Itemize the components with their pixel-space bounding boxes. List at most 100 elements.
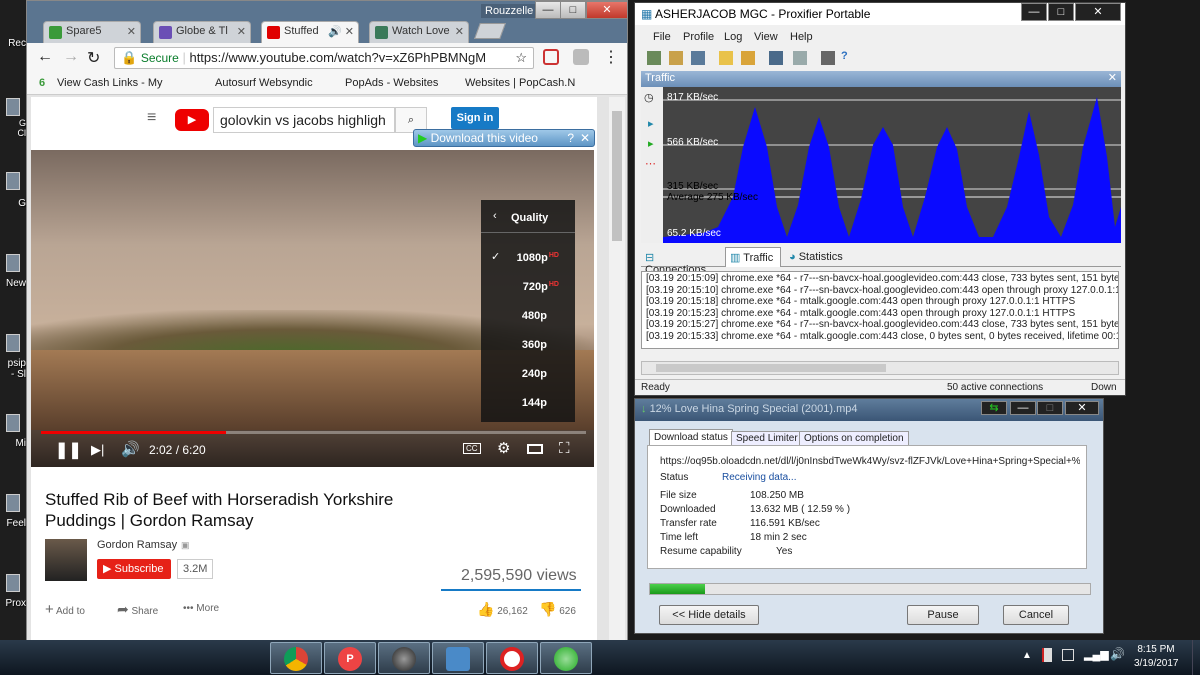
- back-chevron-icon[interactable]: ‹: [493, 210, 497, 222]
- print-icon[interactable]: [821, 51, 835, 65]
- dialog-icon-button[interactable]: ⇆: [981, 401, 1007, 415]
- menu-log[interactable]: Log: [724, 31, 742, 43]
- quality-option-144p[interactable]: 144p: [522, 397, 547, 409]
- close-window-button[interactable]: ✕: [1065, 401, 1099, 415]
- toolbar-icon[interactable]: [719, 51, 733, 65]
- quality-option-360p[interactable]: 360p: [522, 339, 547, 351]
- bookmark-icon[interactable]: 6: [39, 77, 45, 89]
- log-hscrollbar[interactable]: [641, 361, 1119, 375]
- extension-icon[interactable]: [543, 49, 559, 65]
- minimize-button[interactable]: —: [1021, 3, 1047, 21]
- tab-connections[interactable]: ⊟ Connections: [641, 249, 721, 276]
- tray-flag-icon[interactable]: [1042, 648, 1052, 662]
- toolbar-icon[interactable]: [647, 51, 661, 65]
- bookmark-item[interactable]: View Cash Links - My: [57, 77, 163, 89]
- desktop-icon-label[interactable]: Rec: [0, 38, 26, 49]
- close-icon[interactable]: ✕: [580, 131, 590, 145]
- close-icon[interactable]: ✕: [237, 25, 246, 38]
- extension-icon[interactable]: [573, 49, 589, 65]
- taskbar-block[interactable]: [486, 642, 538, 674]
- bookmark-item[interactable]: Websites | PopCash.N: [449, 77, 575, 89]
- dislike-button[interactable]: 👎 626: [539, 601, 576, 618]
- next-icon[interactable]: ▶|: [91, 442, 104, 458]
- tab-spare5[interactable]: Spare5 ✕: [43, 21, 141, 43]
- help-icon[interactable]: ?: [841, 50, 848, 62]
- menu-icon[interactable]: ⋮: [603, 47, 619, 67]
- bookmark-item[interactable]: Autosurf Websyndic: [199, 77, 313, 89]
- hide-details-button[interactable]: << Hide details: [659, 605, 759, 625]
- dialog-tab-speed-limiter[interactable]: Speed Limiter: [731, 431, 803, 446]
- page-scrollbar[interactable]: [609, 97, 625, 643]
- maximize-button[interactable]: □: [1048, 3, 1074, 21]
- menu-help[interactable]: Help: [790, 31, 813, 43]
- bookmark-item[interactable]: PopAds - Websites: [329, 77, 438, 89]
- desktop-icon-label[interactable]: New: [0, 278, 26, 289]
- quality-option-240p[interactable]: 240p: [522, 368, 547, 380]
- quality-option-1080p[interactable]: 1080pHD: [517, 252, 559, 264]
- taskbar-popcash[interactable]: P: [324, 642, 376, 674]
- share-button[interactable]: ➦ Share: [117, 601, 158, 618]
- help-icon[interactable]: ?: [567, 131, 574, 145]
- channel-avatar[interactable]: [45, 539, 87, 581]
- tab-youtube[interactable]: Stuffed 🔊 ✕: [261, 21, 359, 43]
- forward-icon[interactable]: →: [63, 48, 79, 66]
- reload-icon[interactable]: ↻: [87, 48, 100, 68]
- tray-chevron-icon[interactable]: ▲: [1022, 650, 1032, 661]
- desktop-icon-label[interactable]: G: [0, 198, 26, 209]
- desktop-app-icon[interactable]: [6, 172, 20, 190]
- close-icon[interactable]: ✕: [345, 25, 354, 38]
- desktop-app-icon[interactable]: [6, 98, 20, 116]
- pause-icon[interactable]: ❚❚: [55, 440, 82, 460]
- maximize-button[interactable]: □: [1037, 401, 1063, 415]
- desktop-app-icon[interactable]: [6, 414, 20, 432]
- menu-file[interactable]: File: [653, 31, 671, 43]
- tab-statistics[interactable]: ◕ Statistics: [785, 249, 865, 267]
- scroll-thumb[interactable]: [612, 111, 622, 241]
- download-video-bar[interactable]: ▶ Download this video ? ✕: [413, 129, 595, 147]
- video-progress-bar[interactable]: [41, 431, 586, 434]
- clock-icon[interactable]: ◷: [644, 91, 654, 104]
- tab-globe[interactable]: Globe & Tl ✕: [153, 21, 251, 43]
- quality-option-480p[interactable]: 480p: [522, 310, 547, 322]
- chart-icon[interactable]: ⋯: [645, 157, 656, 170]
- back-icon[interactable]: ←: [37, 48, 53, 66]
- pause-button[interactable]: Pause: [907, 605, 979, 625]
- volume-icon[interactable]: 🔊: [121, 440, 140, 458]
- tab-watch-love[interactable]: Watch Love ✕: [369, 21, 469, 43]
- close-window-button[interactable]: ✕: [1075, 3, 1121, 21]
- theater-mode-icon[interactable]: [527, 444, 543, 454]
- desktop-icon-label[interactable]: Feel: [0, 518, 26, 529]
- desktop-icon-label[interactable]: Mi: [0, 438, 26, 449]
- menu-view[interactable]: View: [754, 31, 778, 43]
- tray-battery-icon[interactable]: [1062, 649, 1074, 661]
- search-input[interactable]: golovkin vs jacobs highligh: [213, 107, 395, 133]
- taskbar-globe[interactable]: [378, 642, 430, 674]
- toolbar-icon[interactable]: [669, 51, 683, 65]
- tray-clock[interactable]: 8:15 PM 3/19/2017: [1134, 643, 1179, 671]
- tray-signal-icon[interactable]: ▂▄▆: [1084, 648, 1109, 661]
- toolbar-icon[interactable]: [793, 51, 807, 65]
- show-desktop-button[interactable]: [1192, 640, 1200, 675]
- toolbar-icon[interactable]: [691, 51, 705, 65]
- video-player[interactable]: ‹ Quality ✓ 1080pHD 720pHD 480p 360p 240…: [31, 150, 594, 467]
- maximize-button[interactable]: □: [560, 1, 586, 19]
- quality-option-720p[interactable]: 720pHD: [523, 281, 559, 293]
- taskbar-downloader[interactable]: [540, 642, 592, 674]
- taskbar-network[interactable]: [432, 642, 484, 674]
- sign-in-button[interactable]: Sign in: [451, 107, 499, 129]
- toolbar-icon[interactable]: [741, 51, 755, 65]
- toolbar-icon[interactable]: [769, 51, 783, 65]
- tab-traffic[interactable]: ▥ Traffic: [725, 247, 781, 267]
- like-button[interactable]: 👍 26,162: [477, 601, 528, 618]
- channel-name[interactable]: Gordon Ramsay: [97, 539, 177, 551]
- minimize-button[interactable]: —: [1010, 401, 1036, 415]
- desktop-app-icon[interactable]: [6, 254, 20, 272]
- star-icon[interactable]: ☆: [515, 50, 527, 66]
- dialog-tab-download-status[interactable]: Download status: [649, 429, 733, 446]
- desktop-icon-label[interactable]: psip - Sl: [0, 358, 26, 380]
- desktop-app-icon[interactable]: [6, 494, 20, 512]
- desktop-app-icon[interactable]: [6, 334, 20, 352]
- arrow-icon[interactable]: ▸: [648, 117, 654, 130]
- youtube-logo[interactable]: ▶: [175, 109, 209, 131]
- tray-volume-icon[interactable]: 🔊: [1110, 647, 1125, 661]
